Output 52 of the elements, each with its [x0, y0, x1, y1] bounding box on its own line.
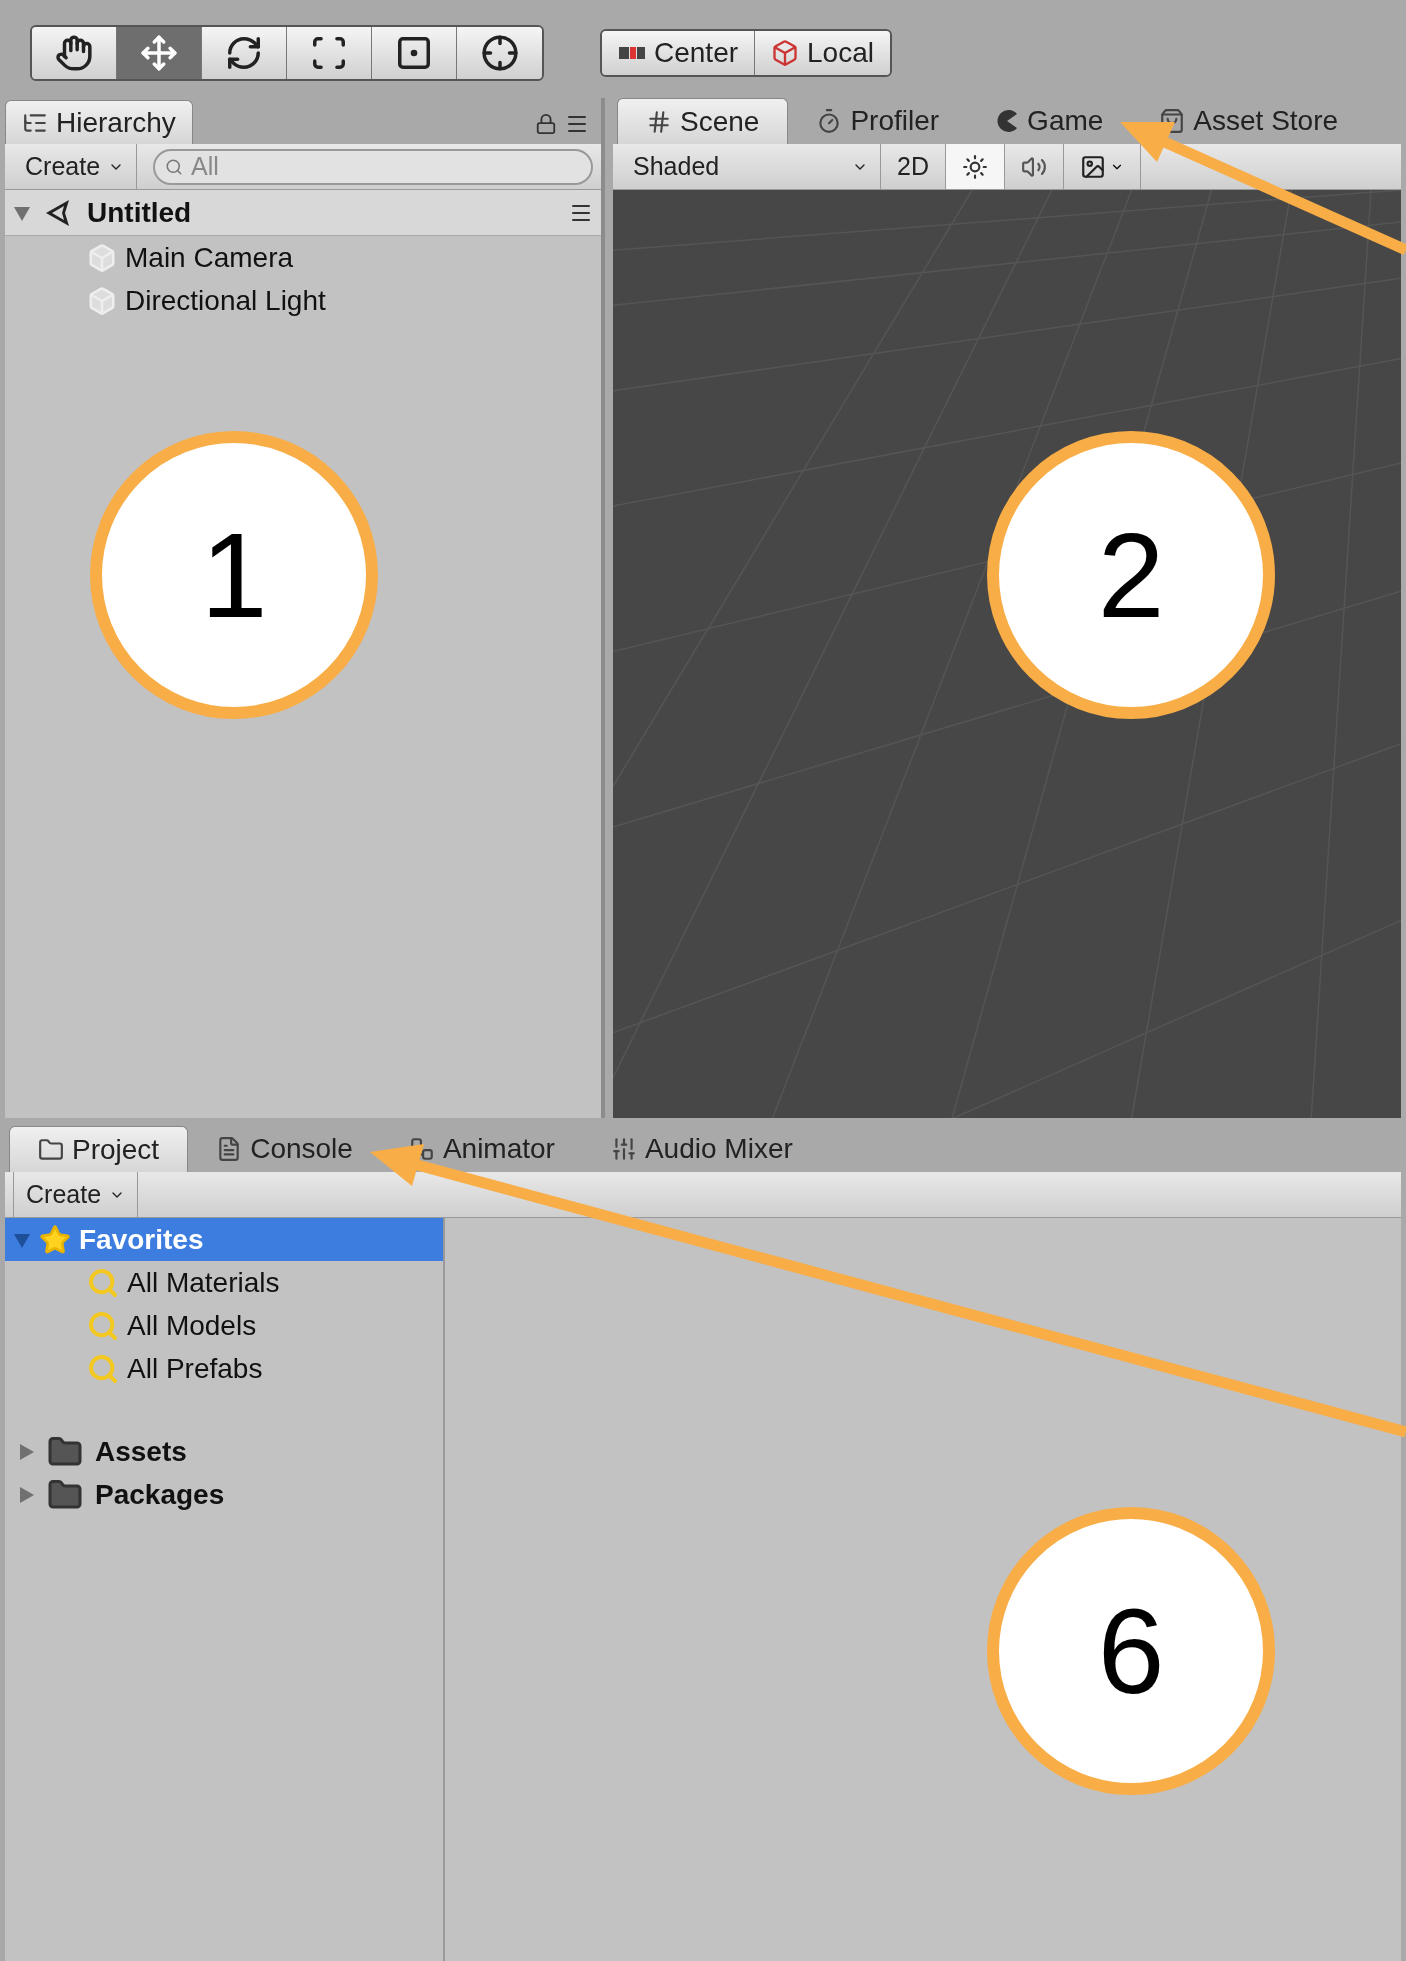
- tree-item[interactable]: Directional Light: [125, 279, 326, 322]
- search-icon: [165, 157, 184, 176]
- folder-icon: [38, 1136, 64, 1163]
- transform-icon: [480, 34, 519, 72]
- tool-button[interactable]: [372, 27, 457, 79]
- create-dropdown[interactable]: Create: [13, 144, 138, 189]
- sun-icon: [961, 153, 988, 180]
- tool-button[interactable]: [287, 27, 372, 79]
- grid-icon: [646, 108, 672, 135]
- shading-dropdown[interactable]: Shaded: [621, 144, 881, 189]
- panel-tab[interactable]: Audio Mixer: [582, 1126, 821, 1172]
- panel-tab[interactable]: Game: [967, 98, 1132, 144]
- cube-icon: [771, 39, 800, 67]
- search-field[interactable]: All: [153, 148, 593, 185]
- collapsed-arrow-icon[interactable]: [17, 1442, 35, 1461]
- image-icon: [1079, 153, 1106, 180]
- collapsed-arrow-icon[interactable]: [17, 1485, 35, 1504]
- rect-icon: [395, 34, 433, 72]
- tree-item[interactable]: Packages: [95, 1473, 225, 1516]
- hand-icon: [55, 34, 93, 72]
- tree-item[interactable]: All Models: [127, 1304, 257, 1347]
- scale-icon: [310, 34, 348, 72]
- move-icon: [140, 34, 178, 72]
- tool-button[interactable]: [32, 27, 117, 79]
- tree-item[interactable]: Main Camera: [125, 236, 294, 279]
- game-icon: [995, 109, 1020, 133]
- search-icon: [87, 1309, 119, 1342]
- search-icon: [87, 1266, 119, 1299]
- lighting-toggle[interactable]: [945, 144, 1005, 189]
- mode-toggle[interactable]: 2D: [881, 144, 946, 189]
- pivot-button[interactable]: Local: [755, 31, 890, 75]
- pivot-icon: [618, 44, 646, 62]
- panel-tab[interactable]: Console: [188, 1126, 381, 1172]
- cube-icon: [87, 242, 117, 273]
- tree-item[interactable]: All Materials: [127, 1261, 280, 1304]
- panel-tab[interactable]: Hierarchy: [5, 100, 193, 144]
- star-icon: [39, 1223, 71, 1256]
- rotate-icon: [225, 34, 263, 72]
- create-dropdown[interactable]: Create: [13, 1172, 139, 1217]
- tree-item[interactable]: All Prefabs: [127, 1347, 263, 1390]
- tool-button[interactable]: [457, 27, 542, 79]
- search-icon: [87, 1352, 119, 1385]
- favorites-row[interactable]: Favorites: [5, 1218, 443, 1261]
- tree-item[interactable]: Assets: [95, 1430, 187, 1473]
- panel-tab[interactable]: Profiler: [788, 98, 968, 144]
- pivot-button[interactable]: Center: [602, 31, 756, 75]
- cube-icon: [87, 285, 117, 316]
- sliders-icon: [610, 1136, 637, 1162]
- lock-icon[interactable]: [535, 113, 557, 135]
- panel-tab[interactable]: Scene: [617, 98, 789, 144]
- tool-button[interactable]: [202, 27, 287, 79]
- panel-tab[interactable]: Project: [9, 1126, 189, 1172]
